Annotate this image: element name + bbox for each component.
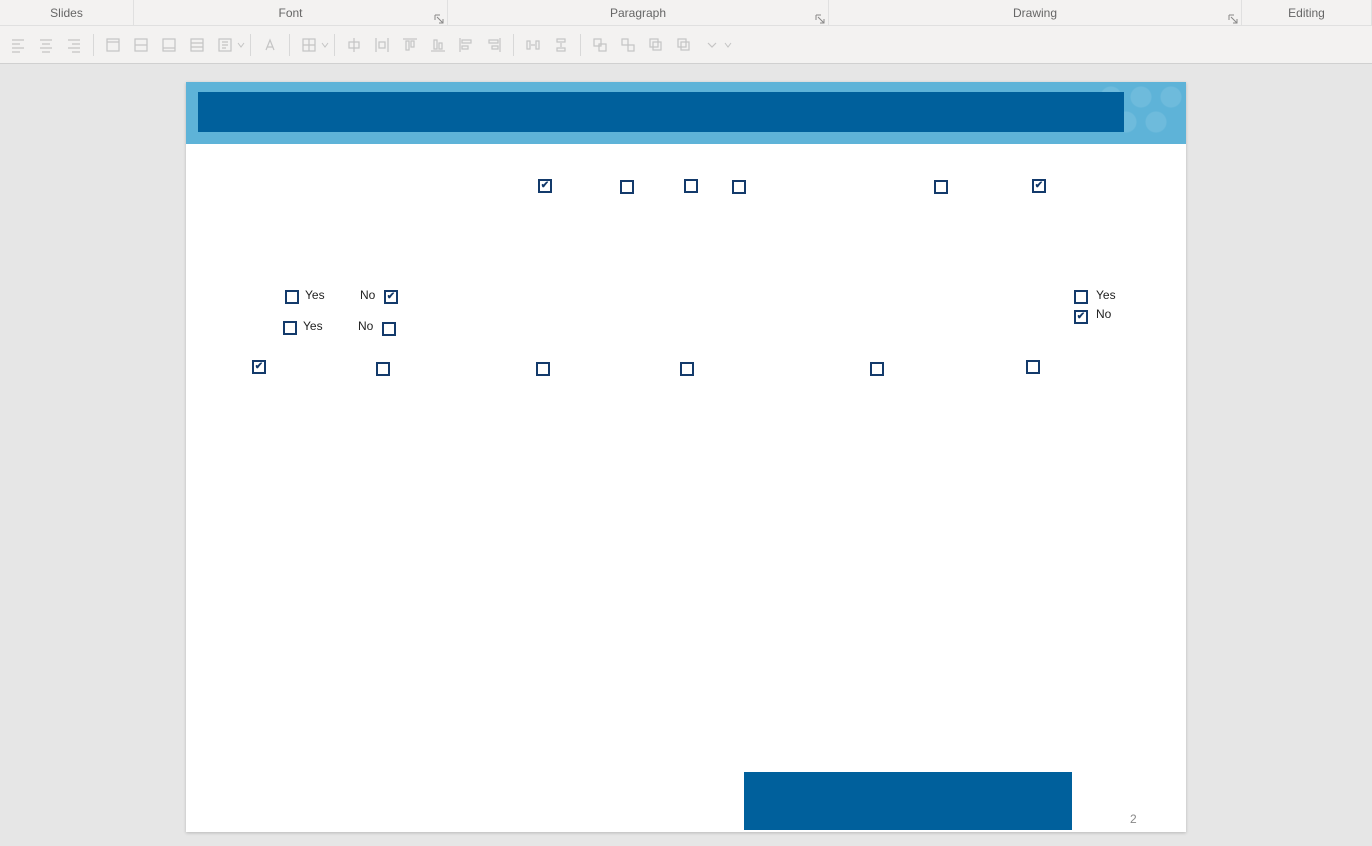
ribbon-group-editing: Editing [1242, 0, 1372, 25]
checkbox[interactable] [870, 362, 884, 376]
slide-footer-box[interactable] [744, 772, 1072, 830]
ribbon-group-label-text: Slides [50, 6, 83, 20]
checkbox[interactable]: ✔ [384, 290, 398, 304]
ribbon-group-label-text: Font [278, 6, 302, 20]
ribbon-group-font: Font [134, 0, 448, 25]
cell-margins-middle-button[interactable] [129, 33, 153, 57]
toolbar-separator [289, 34, 290, 56]
align-center-button[interactable] [34, 33, 58, 57]
toolbar [0, 26, 1372, 64]
text-direction-button[interactable] [213, 33, 237, 57]
borders-button[interactable] [297, 33, 321, 57]
ribbon-group-label-text: Drawing [1013, 6, 1057, 20]
toolbar-separator [93, 34, 94, 56]
ribbon-group-label-text: Paragraph [610, 6, 666, 20]
checkbox[interactable] [934, 180, 948, 194]
slide-title-bar[interactable] [198, 92, 1124, 132]
checkbox[interactable] [376, 362, 390, 376]
toolbar-separator [250, 34, 251, 56]
check-icon: ✔ [1035, 181, 1043, 191]
align-bottom-button[interactable] [426, 33, 450, 57]
ribbon-group-labels: Slides Font Paragraph Drawing Editing [0, 0, 1372, 26]
label-yes: Yes [303, 319, 323, 333]
distribute-v-button[interactable] [549, 33, 573, 57]
checkbox[interactable]: ✔ [538, 179, 552, 193]
label-no: No [360, 288, 375, 302]
send-backward-button[interactable] [672, 33, 696, 57]
label-no: No [358, 319, 373, 333]
align-h-center-button[interactable] [342, 33, 366, 57]
checkbox[interactable] [732, 180, 746, 194]
distribute-h-button[interactable] [521, 33, 545, 57]
bring-forward-button[interactable] [644, 33, 668, 57]
align-top-button[interactable] [398, 33, 422, 57]
dropdown-caret-icon[interactable] [237, 41, 245, 49]
label-yes: Yes [305, 288, 325, 302]
checkbox[interactable] [1074, 290, 1088, 304]
align-left-button[interactable] [6, 33, 30, 57]
ribbon-group-slides: Slides [0, 0, 134, 25]
checkbox[interactable]: ✔ [1074, 310, 1088, 324]
checkbox[interactable] [680, 362, 694, 376]
ribbon-group-drawing: Drawing [829, 0, 1242, 25]
cell-margins-top-button[interactable] [101, 33, 125, 57]
check-icon: ✔ [1077, 312, 1085, 322]
dropdown-caret-icon[interactable] [321, 41, 329, 49]
check-icon: ✔ [387, 292, 395, 302]
check-icon: ✔ [255, 362, 263, 372]
checkbox[interactable] [620, 180, 634, 194]
align-right-button[interactable] [62, 33, 86, 57]
ribbon-group-paragraph: Paragraph [448, 0, 829, 25]
checkbox[interactable]: ✔ [252, 360, 266, 374]
slide[interactable]: 2 ✔ ✔ Yes No ✔ Yes No Yes ✔ No ✔ [186, 82, 1186, 832]
align-h-distribute-button[interactable] [370, 33, 394, 57]
more-button[interactable] [700, 33, 724, 57]
toolbar-separator [334, 34, 335, 56]
toolbar-separator [580, 34, 581, 56]
align-left-edge-button[interactable] [454, 33, 478, 57]
align-right-edge-button[interactable] [482, 33, 506, 57]
ungroup-button[interactable] [616, 33, 640, 57]
checkbox[interactable] [684, 179, 698, 193]
checkbox[interactable] [1026, 360, 1040, 374]
slide-canvas-area: 2 ✔ ✔ Yes No ✔ Yes No Yes ✔ No ✔ [0, 64, 1372, 846]
group-button[interactable] [588, 33, 612, 57]
toolbar-separator [513, 34, 514, 56]
checkbox[interactable] [285, 290, 299, 304]
label-yes: Yes [1096, 288, 1116, 302]
checkbox[interactable] [536, 362, 550, 376]
check-icon: ✔ [541, 181, 549, 191]
checkbox[interactable] [382, 322, 396, 336]
font-color-A-button[interactable] [258, 33, 282, 57]
cell-margins-custom-button[interactable] [185, 33, 209, 57]
slide-page-number: 2 [1130, 812, 1137, 826]
checkbox[interactable] [283, 321, 297, 335]
dialog-launcher-icon[interactable] [1228, 13, 1238, 23]
dialog-launcher-icon[interactable] [434, 13, 444, 23]
cell-margins-bottom-button[interactable] [157, 33, 181, 57]
ribbon-group-label-text: Editing [1288, 6, 1325, 20]
checkbox[interactable]: ✔ [1032, 179, 1046, 193]
dropdown-caret-icon[interactable] [724, 41, 732, 49]
label-no: No [1096, 307, 1111, 321]
dialog-launcher-icon[interactable] [815, 13, 825, 23]
